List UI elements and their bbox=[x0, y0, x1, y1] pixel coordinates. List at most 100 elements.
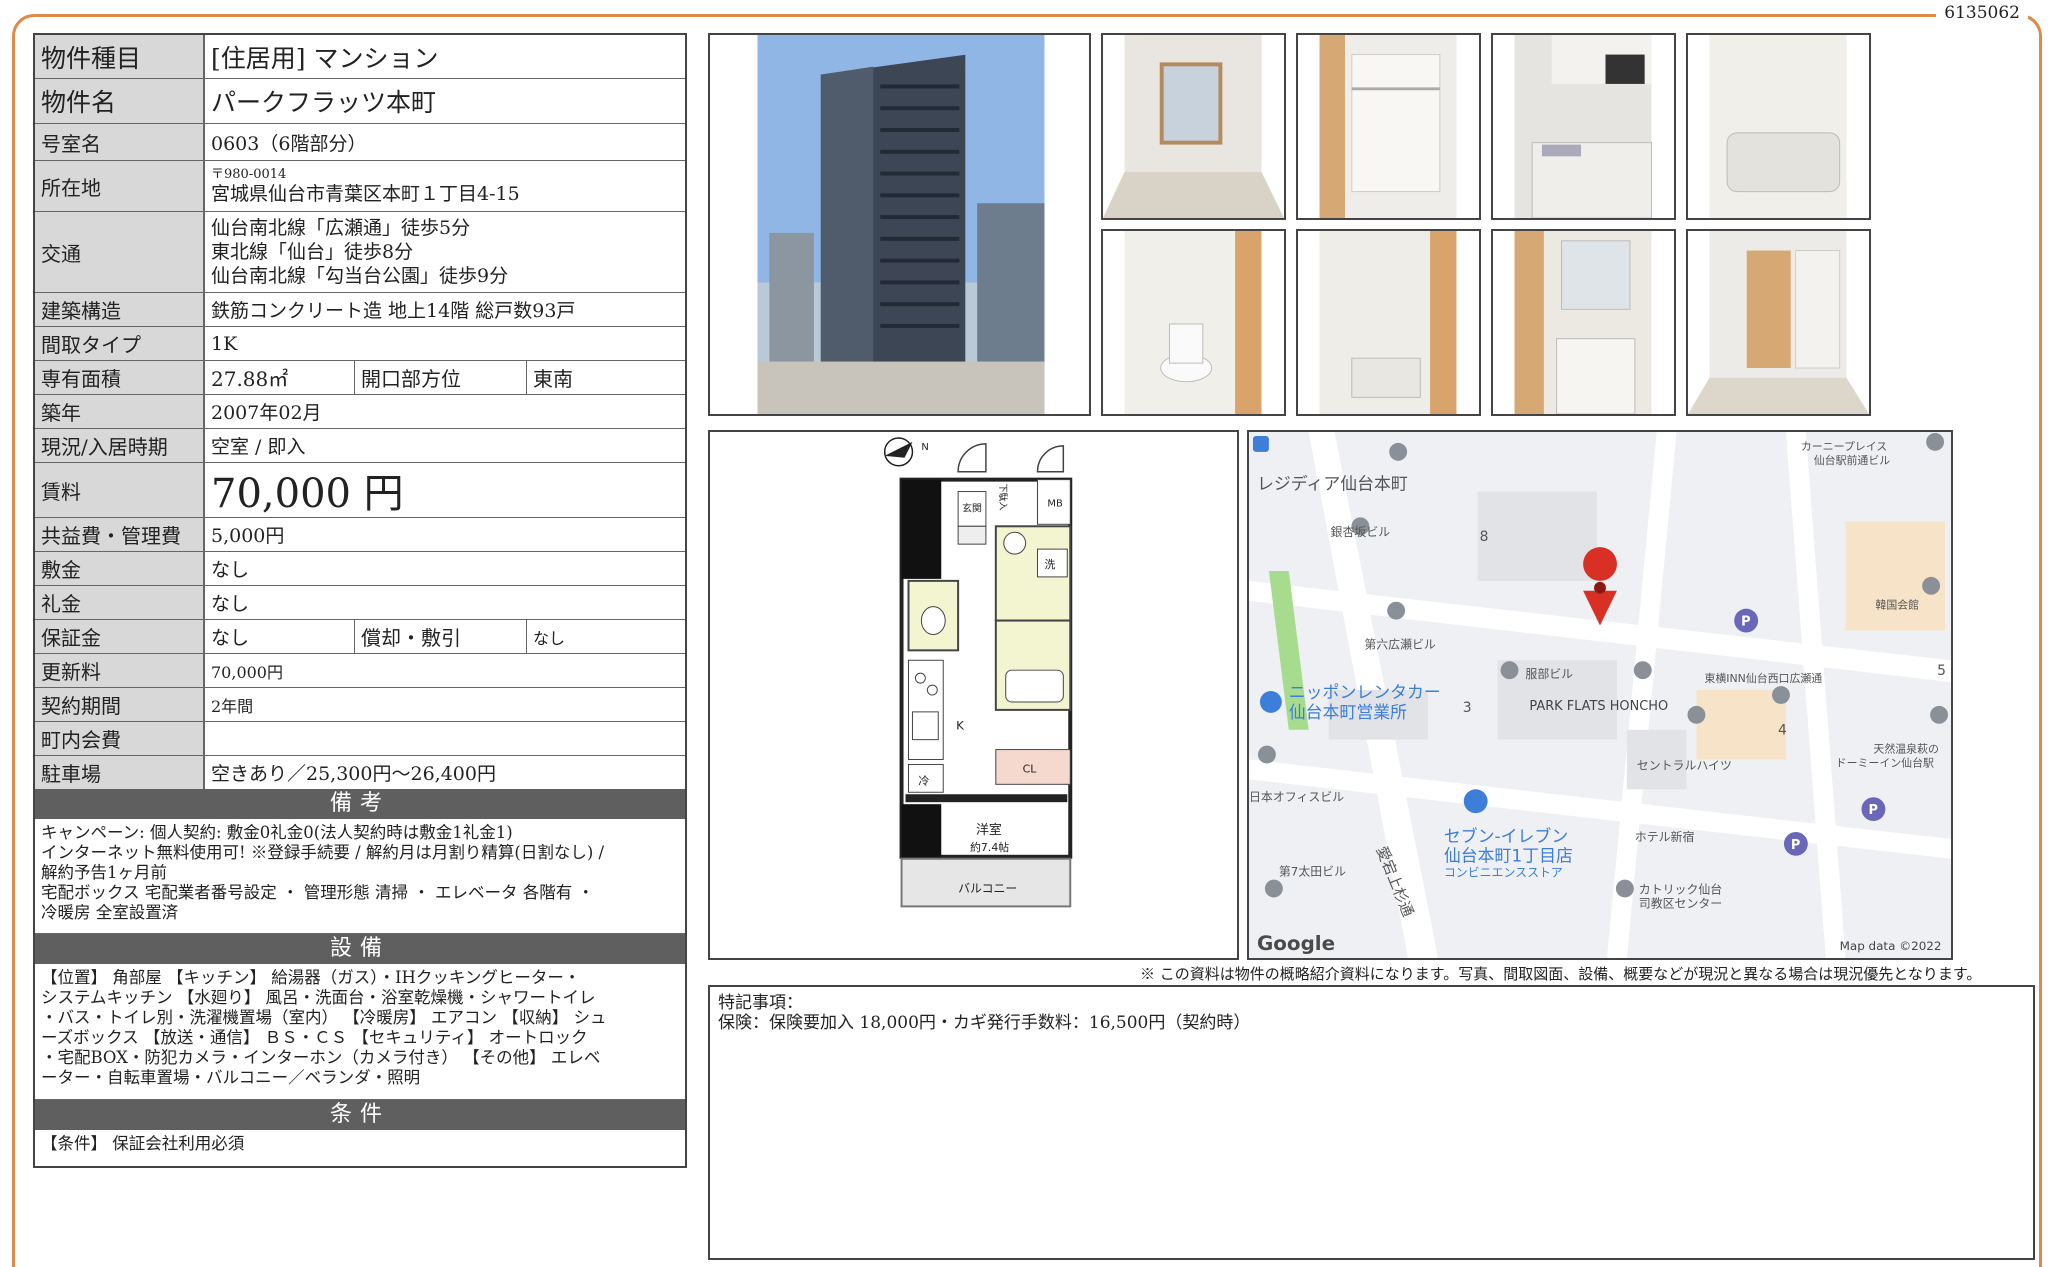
access-line: 東北線「仙台」徒歩8分 bbox=[211, 241, 414, 263]
value-renewal: 70,000円 bbox=[211, 662, 283, 682]
area-map[interactable]: P P P レジディア仙台本町 銀杏坂ビル 8 第六広瀬ビル 服部ビル ニッポンレン… bbox=[1247, 430, 1953, 960]
label-built: 築年 bbox=[35, 395, 205, 428]
remarks-line: 宅配ボックス 宅配業者番号設定 ・ 管理形態 清掃 ・ エレベータ 各階有 ・ bbox=[41, 883, 594, 902]
value-name: パークフラッツ本町 bbox=[211, 88, 437, 117]
interior-photo-toilet bbox=[1101, 229, 1286, 416]
row-area: 専有面積 27.88㎡ 開口部方位 東南 bbox=[35, 361, 685, 395]
row-community: 町内会費 bbox=[35, 722, 685, 756]
svg-text:N: N bbox=[921, 442, 928, 453]
value-room: 0603（6階部分） bbox=[211, 132, 367, 155]
map-label: 第7太田ビル bbox=[1279, 865, 1346, 879]
equipment-heading: 設備 bbox=[35, 934, 685, 964]
row-parking: 駐車場 空きあり／25,300円〜26,400円 bbox=[35, 756, 685, 789]
value-amortization: なし bbox=[533, 628, 566, 648]
label-layout: 間取タイプ bbox=[35, 327, 205, 360]
row-name: 物件名 パークフラッツ本町 bbox=[35, 79, 685, 124]
interior-photo-laundry bbox=[1296, 229, 1481, 416]
map-label: 司教区センター bbox=[1639, 896, 1722, 910]
map-label: ニッポンレンタカー bbox=[1289, 682, 1441, 702]
row-room: 号室名 0603（6階部分） bbox=[35, 124, 685, 161]
label-rent: 賃料 bbox=[35, 463, 205, 517]
map-label: 3 bbox=[1463, 700, 1472, 716]
row-contract: 契約期間 2年間 bbox=[35, 688, 685, 722]
label-key-money: 礼金 bbox=[35, 586, 205, 619]
map-copyright: Map data ©2022 bbox=[1840, 939, 1942, 953]
special-remarks-text: 保険：保険要加入 18,000円・カギ発行手数料：16,500円（契約時） bbox=[718, 1013, 1251, 1033]
map-label: 仙台本町1丁目店 bbox=[1444, 846, 1573, 866]
equipment-line: システムキッチン 【水廻り】 風呂・洗面台・浴室乾燥機・シャワートイレ bbox=[41, 988, 596, 1007]
map-label-property: PARK FLATS HONCHO bbox=[1529, 699, 1668, 714]
map-label: 4 bbox=[1778, 723, 1787, 739]
interior-photo-washbasin bbox=[1491, 229, 1676, 416]
property-spec-table: 物件種目 [住居用] マンション 物件名 パークフラッツ本町 号室名 0603（… bbox=[33, 33, 687, 1168]
fp-closet: CL bbox=[1023, 762, 1038, 775]
map-label: カーニープレイス bbox=[1801, 440, 1887, 453]
label-parking: 駐車場 bbox=[35, 756, 205, 789]
label-status: 現況/入居時期 bbox=[35, 429, 205, 462]
special-remarks-title: 特記事項： bbox=[718, 993, 803, 1013]
label-type: 物件種目 bbox=[35, 35, 205, 78]
label-community: 町内会費 bbox=[35, 722, 205, 755]
building-photo bbox=[708, 33, 1091, 416]
conditions-body: 【条件】 保証会社利用必須 bbox=[41, 1134, 245, 1153]
interior-photo-room bbox=[1101, 33, 1286, 220]
interior-photo-room-door bbox=[1686, 229, 1871, 416]
map-label: 5 bbox=[1937, 663, 1946, 679]
fp-entrance: 玄関 bbox=[962, 501, 982, 514]
label-address: 所在地 bbox=[35, 161, 205, 211]
row-key-money: 礼金 なし bbox=[35, 586, 685, 620]
value-deposit: なし bbox=[211, 559, 250, 581]
value-fee: 5,000円 bbox=[211, 525, 285, 547]
interior-photo-kitchen bbox=[1491, 33, 1676, 220]
fp-shoebox: 下駄入 bbox=[997, 484, 1009, 511]
equipment-line: 【位置】 角部屋 【キッチン】 給湯器（ガス）・IHクッキングヒーター・ bbox=[41, 968, 581, 987]
fp-fridge: 冷 bbox=[918, 774, 929, 787]
conditions-heading: 条件 bbox=[35, 1100, 685, 1130]
disclaimer-notice: ※ この資料は物件の概略紹介資料になります。写真、間取図面、設備、概要などが現況… bbox=[1140, 965, 1982, 983]
remarks-line: 解約予告1ヶ月前 bbox=[41, 863, 167, 882]
value-status: 空室 / 即入 bbox=[211, 436, 306, 458]
row-built: 築年 2007年02月 bbox=[35, 395, 685, 429]
equipment-line: ・宅配BOX・防犯カメラ・インターホン（カメラ付き） 【その他】 エレベ bbox=[41, 1048, 601, 1067]
value-type: [住居用] マンション bbox=[211, 43, 439, 73]
interior-photo-closet bbox=[1296, 33, 1481, 220]
fp-room-size: 約7.4帖 bbox=[970, 840, 1009, 854]
map-label: 仙台駅前通ビル bbox=[1814, 453, 1891, 467]
svg-text:P: P bbox=[1791, 838, 1800, 853]
map-label: 第六広瀬ビル bbox=[1364, 637, 1436, 651]
label-area: 専有面積 bbox=[35, 361, 205, 394]
label-contract: 契約期間 bbox=[35, 688, 205, 721]
label-fee: 共益費・管理費 bbox=[35, 518, 205, 551]
value-structure: 鉄筋コンクリート造 地上14階 総戸数93戸 bbox=[211, 300, 576, 322]
remarks-body: キャンペーン: 個人契約: 敷金0礼金0(法人契約時は敷金1礼金1) インターネ… bbox=[35, 819, 685, 934]
special-remarks-box: 特記事項： 保険：保険要加入 18,000円・カギ発行手数料：16,500円（契… bbox=[708, 985, 2035, 1260]
floor-plan: N 玄関 下駄入 MB 洗 K 冷 CL 洋室 約7.4帖 バルコニー bbox=[708, 430, 1239, 960]
value-parking: 空きあり／25,300円〜26,400円 bbox=[211, 763, 496, 785]
fp-mb: MB bbox=[1047, 498, 1063, 509]
fp-washer: 洗 bbox=[1044, 558, 1055, 571]
label-structure: 建築構造 bbox=[35, 293, 205, 326]
map-label: 服部ビル bbox=[1525, 667, 1573, 681]
fp-balcony: バルコニー bbox=[958, 881, 1017, 895]
label-opening: 開口部方位 bbox=[355, 361, 527, 394]
row-guarantee: 保証金 なし 償却・敷引 なし bbox=[35, 620, 685, 654]
label-room: 号室名 bbox=[35, 124, 205, 160]
map-label: 仙台本町営業所 bbox=[1289, 702, 1407, 722]
map-label: 日本オフィスビル bbox=[1249, 790, 1344, 804]
remarks-line: 冷暖房 全室設置済 bbox=[41, 903, 179, 922]
postal-code: 〒980-0014 bbox=[211, 166, 287, 182]
row-access: 交通 仙台南北線「広瀬通」徒歩5分 東北線「仙台」徒歩8分 仙台南北線「勾当台公… bbox=[35, 212, 685, 293]
map-label: ドーミーイン仙台駅 bbox=[1836, 755, 1934, 769]
address-text: 宮城県仙台市青葉区本町１丁目4-15 bbox=[211, 182, 520, 205]
value-built: 2007年02月 bbox=[211, 402, 322, 424]
value-key-money: なし bbox=[211, 593, 250, 615]
label-renewal: 更新料 bbox=[35, 654, 205, 687]
row-layout: 間取タイプ 1K bbox=[35, 327, 685, 361]
map-label: カトリック仙台 bbox=[1639, 883, 1722, 897]
map-label: セブン-イレブン bbox=[1444, 826, 1568, 846]
label-guarantee: 保証金 bbox=[35, 620, 205, 653]
access-line: 仙台南北線「広瀬通」徒歩5分 bbox=[211, 217, 471, 239]
access-line: 仙台南北線「勾当台公園」徒歩9分 bbox=[211, 265, 509, 287]
fp-room: 洋室 bbox=[976, 822, 1002, 838]
equipment-line: ・バス・トイレ別・洗濯機置場（室内） 【冷暖房】 エアコン 【収納】 シュ bbox=[41, 1008, 607, 1027]
